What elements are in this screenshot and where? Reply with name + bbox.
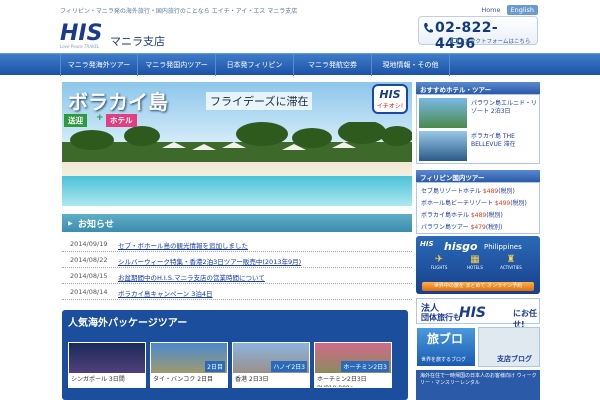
- corporate-travel-banner[interactable]: 法人 団体旅行も HIS にお任せ!: [416, 298, 540, 329]
- activity-icon: ♜ ACTIVITIES: [500, 254, 522, 270]
- tile-caption: シンガポール 3日間: [69, 373, 145, 387]
- palm-trees-image: [62, 122, 412, 162]
- tile-badge: ハノイ2日3: [271, 361, 307, 372]
- featured-link[interactable]: ボラカイ島 THE BELLEVUE 滞在: [471, 133, 537, 149]
- arrow-icon: ▶: [68, 220, 73, 227]
- nav-item-domestic-tours[interactable]: マニラ発国内ツアー: [138, 54, 216, 76]
- english-link[interactable]: English: [506, 5, 538, 15]
- home-link[interactable]: Home: [481, 6, 500, 14]
- news-date: 2014/09/19: [70, 240, 108, 248]
- tile-caption: ホーチミン2日3日 PHP19,800〜: [315, 373, 391, 387]
- page: フィリピン・マニラ発の海外旅行・国内旅行のことなら エイチ・アイ・エス マニラ支…: [0, 0, 600, 400]
- hero-title: ボラカイ島: [68, 90, 168, 114]
- nav-item-local-info[interactable]: 現地情報・その他: [372, 54, 450, 76]
- price-row[interactable]: ボホール島ビーチリゾート $499(税別): [421, 198, 527, 207]
- rental-banner[interactable]: 海外在住で一時帰国の日本人のお客様向け ウィークリー・マンスリーレンタル: [416, 370, 540, 400]
- nav-item-japan-philippines[interactable]: 日本発フィリピン: [216, 54, 294, 76]
- featured-link[interactable]: パラワン島エルニド・リゾート 2泊3日: [471, 100, 537, 116]
- logo-slogan: Love Peace TRAVEL: [60, 44, 100, 49]
- tile-badge: 2日目: [205, 361, 225, 372]
- popular-packages: 人気海外パッケージツアー シンガポール 3日間 2日目 タイ・バンコク 2日目 …: [62, 310, 408, 400]
- prices-title: フィリピン国内ツアー: [416, 170, 540, 182]
- featured-thumb: [419, 98, 467, 128]
- transfer-tag: 送迎: [64, 114, 87, 127]
- nav-item-overseas-tours[interactable]: マニラ発海外ツアー: [60, 54, 138, 76]
- news-link[interactable]: ボラカイ島キャンペーン 3泊4日: [118, 288, 213, 298]
- site-tagline: フィリピン・マニラ発の海外旅行・国内旅行のことなら エイチ・アイ・エス マニラ支…: [60, 8, 298, 15]
- price-row[interactable]: ボラカイ島ホテル $489(税別): [421, 210, 503, 219]
- phone-box: 02-822-4496 コンタクトフォームはこちら: [418, 16, 538, 52]
- hotel-tag: ホテル: [106, 114, 137, 127]
- featured-box: おすすめホテル・ツアー: [416, 82, 540, 94]
- news-row: 2014/08/22 シルバーウィーク特集・香港2泊3日ツアー販売中(2013年…: [62, 252, 412, 268]
- featured-list: パラワン島エルニド・リゾート 2泊3日 ボラカイ島 THE BELLEVUE 滞…: [416, 94, 540, 164]
- online-booking-button[interactable]: 世界中の旅を まとめて オンライン予約: [422, 282, 534, 291]
- header-links: Home English: [481, 5, 538, 15]
- recommend-badge: HIS イチオシ!: [372, 84, 408, 114]
- his-logo[interactable]: HIS: [60, 20, 104, 44]
- tile-badge: ホーチミン2日3: [341, 361, 389, 372]
- featured-thumb: [419, 131, 467, 161]
- contact-form-link[interactable]: コンタクトフォームはこちら: [459, 37, 530, 45]
- plus-sign: +: [96, 113, 104, 123]
- phone-icon: [424, 23, 433, 33]
- price-row[interactable]: パラワン島ツアー $479(税別): [421, 222, 503, 231]
- prices-list: セブ島リゾートホテル $489(税別) ボホール島ビーチリゾート $499(税別…: [416, 182, 540, 234]
- package-tile[interactable]: ハノイ2日3 香港 2日3日: [232, 342, 310, 388]
- branch-name: マニラ支店: [110, 35, 165, 48]
- hotel-icon: ▦ HOTELS: [467, 254, 483, 270]
- news-row: 2014/08/15 お盆期間中のH.I.S.マニラ支店の営業時間について: [62, 268, 412, 284]
- news-link[interactable]: シルバーウィーク特集・香港2泊3日ツアー販売中(2013年9月): [118, 256, 301, 266]
- news-row: 2014/08/14 ボラカイ島キャンペーン 3泊4日: [62, 284, 412, 300]
- packages-title: 人気海外パッケージツアー: [68, 318, 188, 329]
- news-date: 2014/08/15: [70, 272, 108, 280]
- nav-item-air-tickets[interactable]: マニラ発航空券: [294, 54, 372, 76]
- main-nav: マニラ発海外ツアー マニラ発国内ツアー 日本発フィリピン マニラ発航空券 現地情…: [0, 53, 600, 76]
- mail-icon: [451, 38, 458, 43]
- prices-box: フィリピン国内ツアー: [416, 170, 540, 182]
- news-row: 2014/09/19 セブ・ボホール島の観光情報を追加しました: [62, 236, 412, 252]
- news-header: ▶ お知らせ: [62, 214, 412, 232]
- package-tile[interactable]: ホーチミン2日3 ホーチミン2日3日 PHP19,800〜: [314, 342, 392, 388]
- news-link[interactable]: お盆期間中のH.I.S.マニラ支店の営業時間について: [118, 272, 265, 282]
- tile-caption: タイ・バンコク 2日目: [151, 373, 227, 387]
- travel-blog-banner[interactable]: 旅ブロ 世界を旅するブログ: [416, 327, 476, 367]
- news-link[interactable]: セブ・ボホール島の観光情報を追加しました: [118, 240, 248, 250]
- plane-icon: ✈ FLIGHTS: [430, 254, 448, 270]
- phone-number[interactable]: 02-822-4496: [435, 20, 537, 52]
- hisgo-country: Philippines: [484, 243, 522, 251]
- branch-blog-banner[interactable]: 支店ブログ: [478, 327, 540, 367]
- hisgo-title: hisgo: [444, 240, 478, 253]
- hero-subtitle: フライデーズに滞在: [206, 92, 313, 110]
- news-title: お知らせ: [78, 220, 114, 230]
- hero-banner[interactable]: ボラカイ島 フライデーズに滞在 HIS イチオシ! 送迎 + ホテル: [62, 82, 412, 206]
- package-tile[interactable]: シンガポール 3日間: [68, 342, 146, 388]
- price-row[interactable]: セブ島リゾートホテル $489(税別): [421, 186, 515, 195]
- news-date: 2014/08/22: [70, 256, 108, 264]
- tile-caption: 香港 2日3日: [233, 373, 309, 387]
- his-logo-small: HIS: [420, 240, 434, 248]
- package-tile[interactable]: 2日目 タイ・バンコク 2日目: [150, 342, 228, 388]
- svg-text:HIS: HIS: [60, 21, 102, 44]
- news-date: 2014/08/14: [70, 288, 108, 296]
- featured-title: おすすめホテル・ツアー: [416, 82, 540, 94]
- hisgo-banner[interactable]: HIS hisgo Philippines ✈ FLIGHTS ▦ HOTELS ♜…: [416, 236, 540, 294]
